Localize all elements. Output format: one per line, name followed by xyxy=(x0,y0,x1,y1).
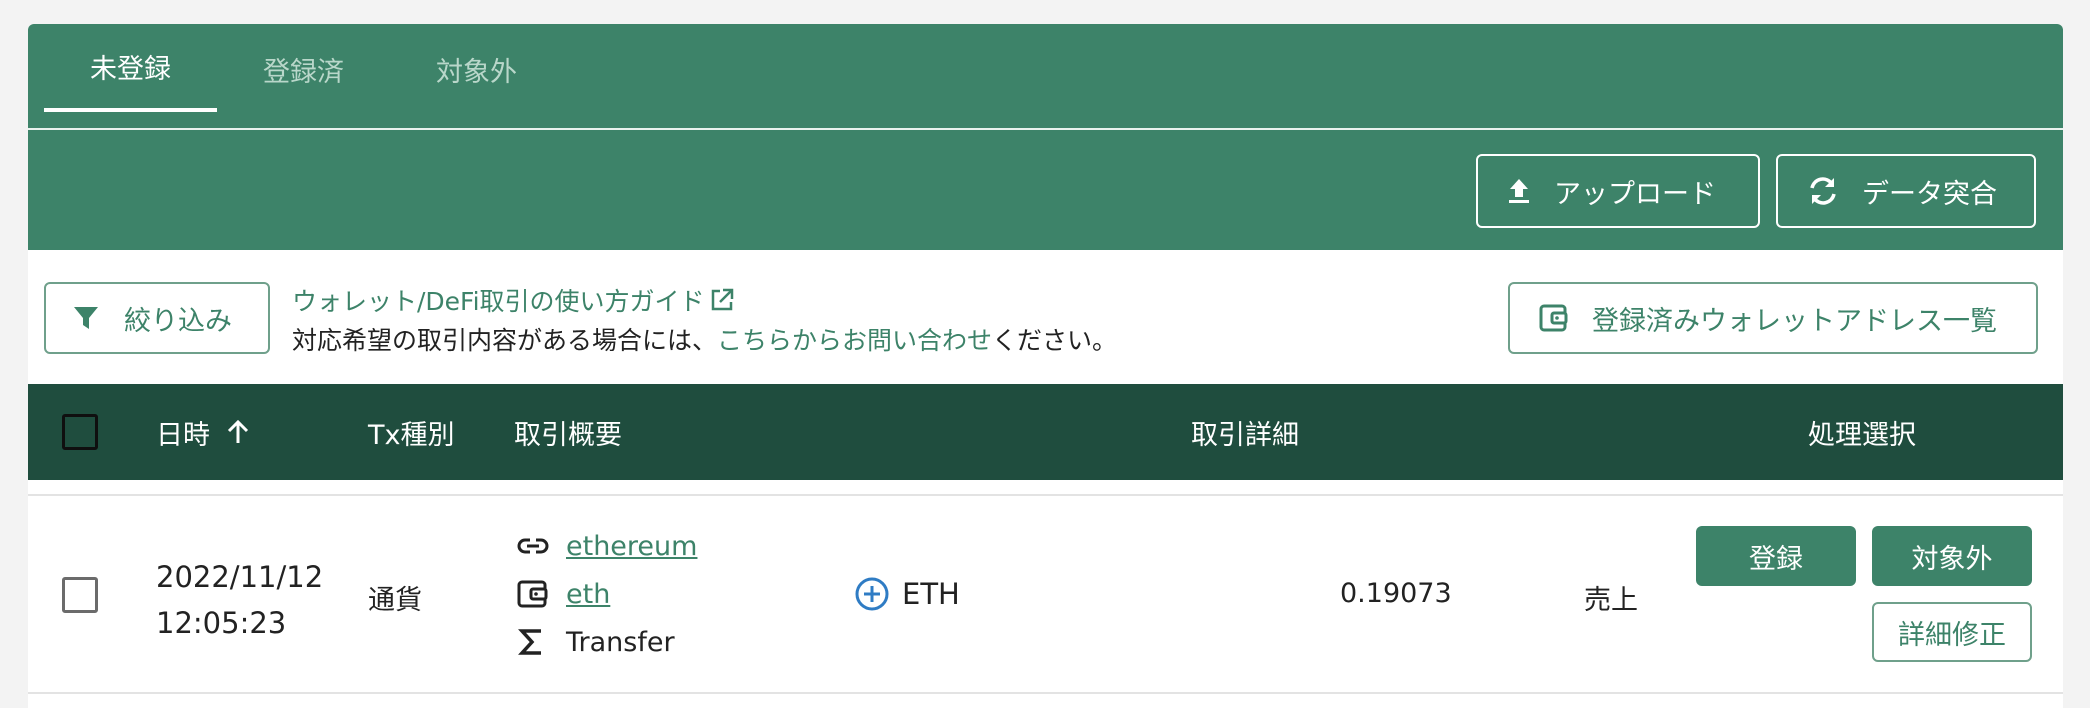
edit-details-button[interactable]: 詳細修正 xyxy=(1872,602,2032,662)
upload-button[interactable]: アップロード xyxy=(1476,154,1760,228)
filter-label: 絞り込み xyxy=(124,305,232,337)
row-coin: ETH xyxy=(854,576,960,612)
filter-icon xyxy=(74,307,98,329)
column-datetime-label: 日時 xyxy=(156,419,210,451)
tab-divider xyxy=(28,128,2063,130)
data-sync-button[interactable]: データ突合 xyxy=(1776,154,2036,228)
row-checkbox[interactable] xyxy=(62,577,98,613)
operation-label: Transfer xyxy=(566,626,675,658)
column-summary: 取引概要 xyxy=(514,419,622,451)
register-button[interactable]: 登録 xyxy=(1696,526,1856,586)
table-header: 日時 Tx種別 取引概要 取引詳細 処理選択 xyxy=(28,384,2063,480)
contact-note-suffix: ください。 xyxy=(992,326,1118,355)
tab-unregistered[interactable]: 未登録 xyxy=(44,24,217,112)
registered-wallets-button[interactable]: 登録済みウォレットアドレス一覧 xyxy=(1508,282,2038,354)
filter-button[interactable]: 絞り込み xyxy=(44,282,270,354)
column-datetime[interactable]: 日時 xyxy=(156,384,250,480)
row-time: 12:05:23 xyxy=(156,606,287,640)
usage-guide-label: ウォレット/DeFi取引の使い方ガイド xyxy=(292,287,705,316)
coin-symbol: ETH xyxy=(902,577,960,611)
chain-link[interactable]: ethereum xyxy=(566,531,697,562)
link-icon xyxy=(517,538,549,554)
tab-bar: 未登録 登録済 対象外 xyxy=(44,24,563,128)
upload-label: アップロード xyxy=(1554,178,1716,210)
contact-link[interactable]: こちらからお問い合わせ xyxy=(717,326,992,355)
row-divider-bottom xyxy=(28,692,2063,694)
wallet-icon xyxy=(517,580,548,608)
column-detail: 取引詳細 xyxy=(1191,419,1299,451)
row-amount: 0.19073 xyxy=(1340,578,1452,609)
select-all-checkbox[interactable] xyxy=(62,414,98,450)
row-date: 2022/11/12 xyxy=(156,560,324,594)
plus-circle-icon xyxy=(855,577,889,611)
exclude-button[interactable]: 対象外 xyxy=(1872,526,2032,586)
column-action: 処理選択 xyxy=(1808,419,1916,451)
sync-label: データ突合 xyxy=(1862,178,1997,210)
row-wallet: eth xyxy=(516,576,610,612)
usage-guide-link[interactable]: ウォレット/DeFi取引の使い方ガイド xyxy=(292,282,735,318)
wallet-link[interactable]: eth xyxy=(566,579,610,610)
green-header: 未登録 登録済 対象外 アップロード データ突合 xyxy=(28,24,2063,250)
wallet-icon xyxy=(1539,304,1568,332)
sigma-icon xyxy=(518,629,541,655)
transactions-card: 未登録 登録済 対象外 アップロード データ突合 絞り込み ウォレット/DeFi… xyxy=(28,24,2063,708)
row-divider xyxy=(28,494,2063,496)
row-tx-type: 通貨 xyxy=(368,585,422,616)
tab-registered[interactable]: 登録済 xyxy=(217,24,390,114)
sort-ascending-icon xyxy=(227,419,249,443)
column-tx-type: Tx種別 xyxy=(368,419,455,451)
contact-note-prefix: 対応希望の取引内容がある場合には、 xyxy=(292,326,718,355)
row-chain: ethereum xyxy=(516,528,697,564)
row-datetime: 2022/11/12 12:05:23 xyxy=(156,554,323,646)
contact-note: 対応希望の取引内容がある場合には、こちらからお問い合わせください。 xyxy=(292,321,1117,357)
upload-icon xyxy=(1509,179,1529,203)
sync-icon xyxy=(1810,177,1836,205)
row-side: 売上 xyxy=(1584,585,1638,616)
registered-wallets-label: 登録済みウォレットアドレス一覧 xyxy=(1592,305,1997,337)
row-operation: Transfer xyxy=(516,624,675,660)
external-link-icon xyxy=(711,288,733,311)
tab-excluded[interactable]: 対象外 xyxy=(390,24,563,114)
